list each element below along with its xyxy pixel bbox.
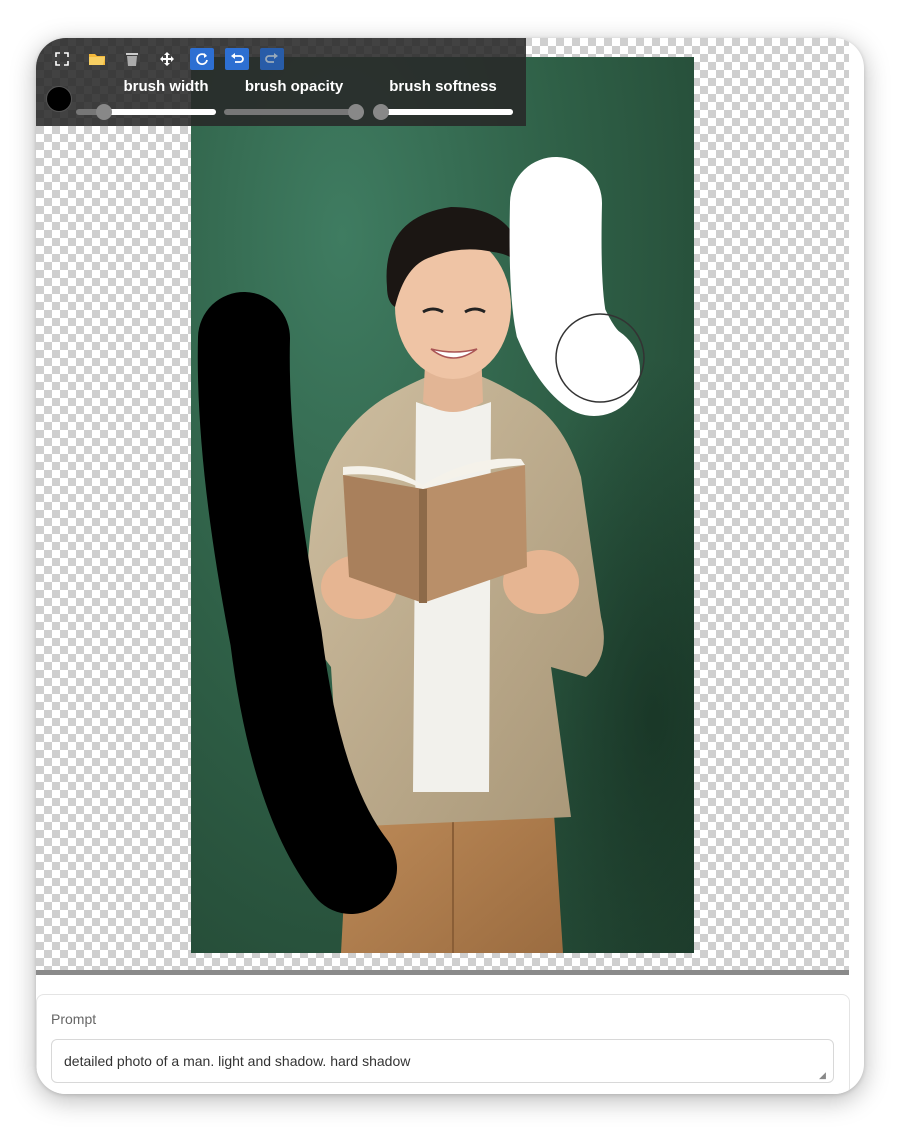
drawing-canvas[interactable]: brush width brush opacity brush softness: [36, 38, 849, 970]
brush-width-slider[interactable]: [76, 104, 216, 120]
redo-icon[interactable]: [260, 48, 284, 70]
brush-opacity-slider[interactable]: [224, 104, 364, 120]
brush-width-label: brush width: [123, 78, 209, 95]
folder-open-icon[interactable]: [85, 48, 109, 70]
canvas-resize-divider[interactable]: [36, 970, 849, 975]
brush-toolbar: brush width brush opacity brush softness: [36, 38, 526, 126]
trash-icon[interactable]: [120, 48, 144, 70]
inpaint-window: brush width brush opacity brush softness…: [36, 38, 864, 1094]
prompt-label: Prompt: [51, 1011, 97, 1027]
undo-icon[interactable]: [225, 48, 249, 70]
brush-color-swatch[interactable]: [46, 86, 72, 112]
brush-softness-label: brush softness: [389, 78, 497, 95]
prompt-textarea[interactable]: detailed photo of a man. light and shado…: [51, 1039, 834, 1083]
mask-strokes-layer: [197, 157, 645, 914]
move-icon[interactable]: [155, 48, 179, 70]
prompt-card: Prompt detailed photo of a man. light an…: [36, 994, 850, 1094]
fullscreen-icon[interactable]: [50, 48, 74, 70]
white-mask-stroke: [509, 157, 640, 416]
tool-row: [50, 48, 284, 70]
brush-softness-slider[interactable]: [373, 104, 513, 120]
black-mask-stroke: [197, 292, 397, 914]
resize-grip-icon[interactable]: ◢: [819, 1071, 827, 1080]
brush-opacity-label: brush opacity: [244, 78, 344, 95]
refresh-icon[interactable]: [190, 48, 214, 70]
